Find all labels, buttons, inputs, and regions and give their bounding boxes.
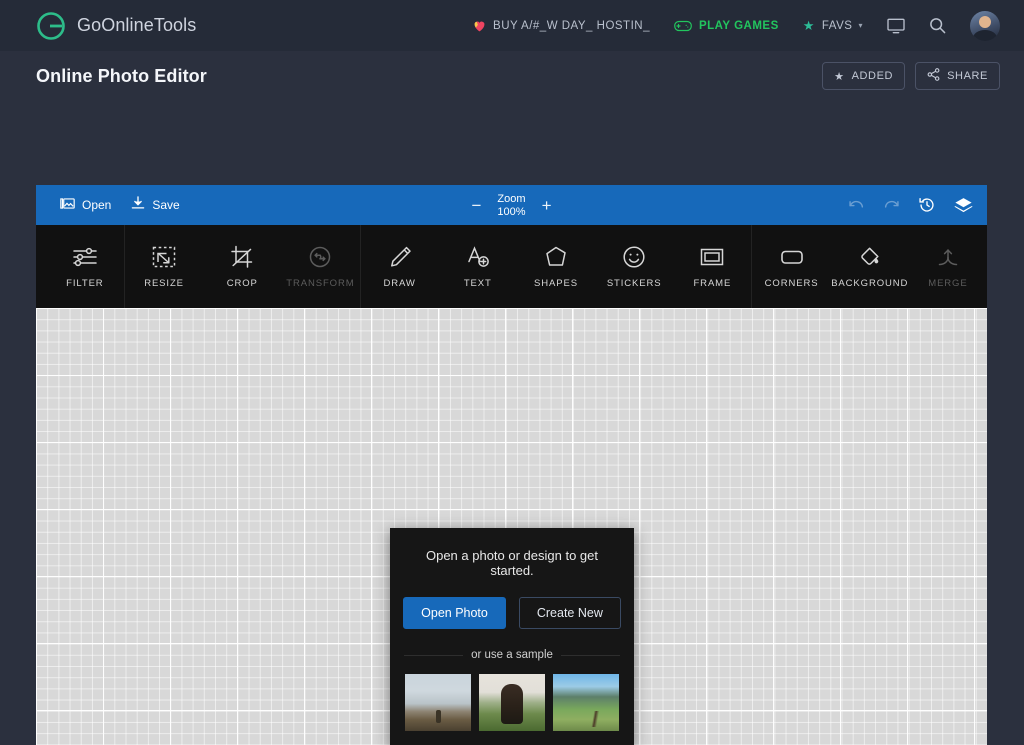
gamepad-icon <box>674 19 692 33</box>
frame-icon <box>699 245 725 269</box>
start-dialog-actions: Open Photo Create New <box>390 597 634 629</box>
tool-label: STICKERS <box>607 278 662 289</box>
tool-crop[interactable]: CROP <box>203 245 281 289</box>
sliders-icon <box>72 245 98 269</box>
tool-merge[interactable]: MERGE <box>909 245 987 289</box>
photo-editor: Open Save − Zoom 100% + <box>36 185 987 745</box>
share-icon <box>927 68 940 84</box>
save-button[interactable]: Save <box>121 192 189 218</box>
monitor-icon[interactable] <box>887 18 905 34</box>
share-label: SHARE <box>947 70 988 82</box>
tool-resize[interactable]: RESIZE <box>125 245 203 289</box>
sample-thumbnails <box>390 674 634 745</box>
zoom-value: 100% <box>497 206 525 218</box>
zoom-readout: Zoom 100% <box>497 193 525 218</box>
heart-icon <box>473 20 486 32</box>
crop-icon <box>229 245 255 269</box>
open-photo-button[interactable]: Open Photo <box>403 597 506 629</box>
play-games-label: PLAY GAMES <box>699 20 779 32</box>
redo-icon[interactable] <box>883 198 900 212</box>
download-icon <box>131 196 145 214</box>
brand[interactable]: GoOnlineTools <box>36 11 196 41</box>
pencil-icon <box>387 245 413 269</box>
play-games-link[interactable]: PLAY GAMES <box>674 19 779 33</box>
add-text-icon <box>465 245 491 269</box>
editor-top-bar: Open Save − Zoom 100% + <box>36 185 987 225</box>
zoom-out-button[interactable]: − <box>469 197 483 214</box>
open-image-icon <box>60 196 75 214</box>
tool-text[interactable]: TEXT <box>439 245 517 289</box>
tool-corners[interactable]: CORNERS <box>752 245 830 289</box>
page-actions: ★ ADDED SHARE <box>822 62 1000 90</box>
tool-transform[interactable]: TRANSFORM <box>281 245 359 289</box>
tool-label: CORNERS <box>765 278 819 289</box>
start-dialog: Open a photo or design to get started. O… <box>390 528 634 745</box>
tool-label: RESIZE <box>144 278 184 289</box>
undo-icon[interactable] <box>848 198 865 212</box>
sample-woman-field[interactable] <box>479 674 545 731</box>
pentagon-icon <box>543 245 569 269</box>
share-button[interactable]: SHARE <box>915 62 1000 90</box>
tool-label: FRAME <box>693 278 731 289</box>
start-dialog-heading: Open a photo or design to get started. <box>390 548 634 578</box>
tool-label: MERGE <box>928 278 967 289</box>
smiley-icon <box>621 245 647 269</box>
promo-link[interactable]: BUY A/#_W DAY_ HOSTIN_ <box>473 20 650 32</box>
save-label: Save <box>152 198 179 212</box>
merge-arrow-icon <box>935 245 961 269</box>
page-title-bar: Online Photo Editor ★ ADDED SHARE <box>0 51 1024 101</box>
added-button[interactable]: ★ ADDED <box>822 62 905 90</box>
tool-label: BACKGROUND <box>831 278 908 289</box>
page-title: Online Photo Editor <box>36 66 207 87</box>
history-icon[interactable] <box>918 196 936 214</box>
open-label: Open <box>82 198 111 212</box>
star-icon: ★ <box>803 18 815 34</box>
avatar[interactable] <box>970 11 1000 41</box>
tool-strip: FILTER RESIZE CROP T <box>36 225 987 308</box>
create-new-button[interactable]: Create New <box>519 597 621 629</box>
paint-bucket-icon <box>857 245 883 269</box>
resize-icon <box>151 245 177 269</box>
rounded-rect-icon <box>779 245 805 269</box>
tool-frame[interactable]: FRAME <box>673 245 751 289</box>
sample-divider-label: or use a sample <box>390 649 634 661</box>
goonlinetools-logo-icon <box>36 11 66 41</box>
zoom-in-button[interactable]: + <box>540 197 554 214</box>
search-icon[interactable] <box>929 17 946 34</box>
editor-canvas[interactable]: Open a photo or design to get started. O… <box>36 308 987 745</box>
tool-label: SHAPES <box>534 278 578 289</box>
open-button[interactable]: Open <box>50 192 121 218</box>
layers-icon[interactable] <box>954 197 973 214</box>
tool-label: FILTER <box>66 278 103 289</box>
zoom-control: − Zoom 100% + <box>469 185 553 225</box>
tool-background[interactable]: BACKGROUND <box>831 245 909 289</box>
site-header: GoOnlineTools BUY A/#_W DAY_ HOSTIN_ PLA… <box>0 0 1024 51</box>
editor-top-bar-right <box>848 196 973 214</box>
tool-label: DRAW <box>383 278 415 289</box>
tool-draw[interactable]: DRAW <box>361 245 439 289</box>
tool-shapes[interactable]: SHAPES <box>517 245 595 289</box>
added-label: ADDED <box>852 70 894 82</box>
promo-label: BUY A/#_W DAY_ HOSTIN_ <box>493 20 650 32</box>
tool-label: TEXT <box>464 278 492 289</box>
tool-filter[interactable]: FILTER <box>46 245 124 289</box>
brand-name: GoOnlineTools <box>77 15 196 36</box>
zoom-label: Zoom <box>497 193 525 205</box>
refresh-icon <box>307 245 333 269</box>
chevron-down-icon: ▾ <box>858 21 863 30</box>
header-nav: BUY A/#_W DAY_ HOSTIN_ PLAY GAMES ★ FAVS… <box>473 11 1000 41</box>
star-icon: ★ <box>834 70 844 83</box>
tool-label: TRANSFORM <box>286 278 354 289</box>
sample-label: or use a sample <box>463 649 561 661</box>
sample-cliff-clouds[interactable] <box>405 674 471 731</box>
tool-stickers[interactable]: STICKERS <box>595 245 673 289</box>
tool-label: CROP <box>227 278 258 289</box>
favs-label: FAVS <box>822 20 853 32</box>
sample-mountain-lake[interactable] <box>553 674 619 731</box>
favs-menu[interactable]: ★ FAVS ▾ <box>803 18 863 34</box>
